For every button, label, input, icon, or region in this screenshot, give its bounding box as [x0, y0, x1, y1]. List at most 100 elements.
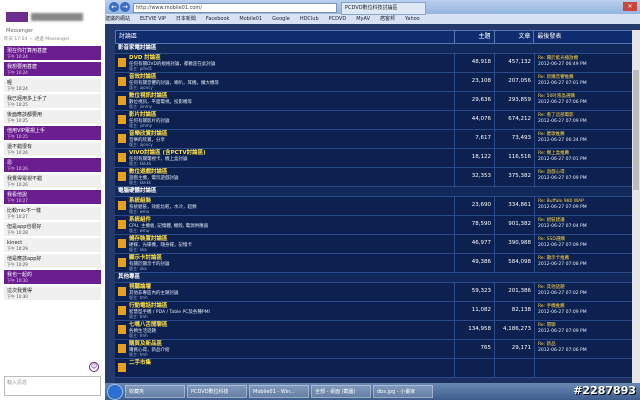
close-icon[interactable]: ✕ [623, 2, 637, 11]
forum-moderator[interactable]: 版主: jimmy [129, 105, 452, 109]
forum-moderator[interactable]: 版主: wmu [129, 210, 452, 214]
section-title[interactable]: 其他專區 [115, 273, 635, 283]
back-button[interactable]: ← [109, 2, 119, 12]
bookmark-link[interactable]: 日本新聞 [176, 16, 196, 22]
forum-moderator[interactable]: 版主: kkkkk [129, 162, 452, 166]
forum-moderator[interactable]: 版主: pdvd1 [129, 67, 452, 71]
forum-link[interactable]: 數位視訊討論區 [129, 93, 452, 100]
message-bubble[interactable]: 還不錯很有 下午 10:26 [4, 142, 101, 156]
taskbar-item[interactable]: 全部 - 桌面 (截圖) [311, 385, 371, 398]
message-bubble[interactable]: 我也一起的 下午 10:30 [4, 270, 101, 284]
forum-moderator[interactable]: 版主: oka [129, 267, 452, 271]
taskbar-item[interactable]: PCDVD數位科技 [187, 385, 247, 398]
browser-window: ← → http://www.mobile01.com/ PCDVD數位科技討論… [105, 0, 640, 383]
forum-moderator[interactable]: 版主: tmh [129, 334, 452, 338]
taskbar-item[interactable]: dbs.jpg - 小畫家 [373, 385, 433, 398]
forum-link[interactable]: DVD 討論區 [129, 55, 452, 62]
forward-button[interactable]: → [120, 2, 130, 12]
bookmark-link[interactable]: Facebook [206, 16, 230, 22]
folder-icon [118, 258, 126, 267]
message-bubble[interactable]: 後面應該都要用 下午 10:25 [4, 110, 101, 124]
forum-link[interactable]: 音效討論區 [129, 74, 452, 81]
taskbar-item[interactable]: Mobile01 - Win... [249, 385, 309, 398]
forum-cell: 數位遊戲討論區 遊戲主機，電玩遊戲討論 版主: kkkkk [115, 168, 455, 186]
message-time: 下午 10:28 [7, 230, 28, 235]
bookmark-link[interactable]: ELTVIE VIP [140, 16, 166, 22]
forum-link[interactable]: 購買及新品區 [129, 341, 452, 348]
message-time: 下午 10:24 [7, 70, 28, 75]
bookmark-link[interactable]: 建議的網站 [105, 16, 130, 22]
forum-moderator[interactable]: 版主: tmh [129, 315, 452, 319]
forum-table-body: 影音家電討論區 DVD 討論區 任何有關DVD的規格討論，都歡迎在此討論 版主: pd… [115, 44, 635, 378]
forum-link[interactable]: 儲存裝置討論區 [129, 236, 452, 243]
emoji-icon[interactable]: ☺ [89, 362, 99, 372]
message-bubble[interactable]: 我已經用多上手了 下午 10:25 [4, 94, 101, 108]
bookmark-link[interactable]: Yahoo [405, 16, 420, 22]
last-post-cell: Re: 組裝建議 2012-06-27 07:04 PM [535, 216, 635, 234]
message-bubble[interactable]: 現在你打算用甚麼 下午 10:24 [4, 46, 101, 60]
forum-link[interactable]: 數位遊戲討論區 [129, 169, 452, 176]
forum-link[interactable]: 行動電話討論區 [129, 303, 452, 310]
message-bubble[interactable]: 他是應該app好 下午 10:29 [4, 254, 101, 268]
start-button-icon[interactable] [107, 384, 123, 400]
forum-moderator[interactable]: 版主: wmu [129, 229, 452, 233]
bookmark-link[interactable]: Mobile01 [239, 16, 262, 22]
forum-link[interactable]: 影片討論區 [129, 112, 452, 119]
forum-moderator[interactable]: 版主: ajoncy [129, 86, 452, 90]
forum-link[interactable]: 七嘴八舌閒聊區 [129, 322, 452, 329]
page-scrollbar[interactable] [632, 30, 640, 383]
forum-moderator[interactable]: 版主: oka [129, 248, 452, 252]
table-row: 數位遊戲討論區 遊戲主機，電玩遊戲討論 版主: kkkkk 32,353 375,382… [115, 168, 635, 187]
message-bubble[interactable]: 我想要用甚麼 下午 10:24 [4, 62, 101, 76]
forum-link[interactable]: 顯示卡討論區 [129, 255, 452, 262]
topic-count: 23,108 [455, 73, 495, 91]
forum-moderator[interactable]: 版主: tmh [129, 296, 452, 300]
forum-link[interactable]: 音樂欣賞討論區 [129, 131, 452, 138]
forum-link[interactable]: 視聽論壇 [129, 284, 452, 291]
watermark: #2287893 [573, 384, 636, 397]
bookmark-link[interactable]: PCDVD [329, 16, 347, 22]
message-bubble[interactable]: 他用VIP電視上手 下午 10:25 [4, 126, 101, 140]
forum-moderator[interactable]: 版主: jimmy [129, 124, 452, 128]
message-bubble[interactable]: 喔下午 10:24 [4, 78, 101, 92]
section-title[interactable]: 影音家電討論區 [115, 44, 635, 54]
scrollbar-thumb[interactable] [633, 70, 639, 190]
bookmark-link[interactable]: Google [272, 16, 290, 22]
contact-name[interactable] [31, 12, 83, 21]
message-bubble[interactable]: kinect 下午 10:29 [4, 238, 101, 252]
message-bubble[interactable]: 我看他說 下午 10:27 [4, 190, 101, 204]
message-bubble[interactable]: 這次我覺得 下午 10:30 [4, 286, 101, 300]
bookmark-link[interactable]: 痞客邦 [380, 16, 395, 22]
message-bubble[interactable]: 恩下午 10:26 [4, 158, 101, 172]
message-list: 現在你打算用甚麼 下午 10:24 我想要用甚麼 下午 10:24 喔下午 10:24 我… [0, 46, 105, 300]
forum-link[interactable]: 系統組裝 [129, 198, 452, 205]
header-posts: 文章 [495, 31, 535, 43]
forum-link[interactable]: 二手市集 [129, 360, 452, 367]
section-title[interactable]: 電腦硬體討論區 [115, 187, 635, 197]
forum-cell: DVD 討論區 任何有關DVD的規格討論，都歡迎在此討論 版主: pdvd1 [115, 54, 455, 72]
post-count: 584,098 [495, 254, 535, 272]
topic-count: 32,353 [455, 168, 495, 186]
last-post-cell: Re: 50吋液晶選購 2012-06-27 07:06 PM [535, 92, 635, 110]
message-bubble[interactable]: 我覺得電視不錯 下午 10:26 [4, 174, 101, 188]
forum-moderator[interactable]: 版主: tmh [129, 353, 452, 357]
message-bubble[interactable]: 比較mic不一樣 下午 10:27 [4, 206, 101, 220]
message-time: 下午 10:26 [7, 182, 28, 187]
message-bubble[interactable]: 但是app也很好 下午 10:28 [4, 222, 101, 236]
forum-cell: 視聽論壇 其他非專區內的主題討論 版主: tmh [115, 283, 455, 301]
contact-avatar[interactable] [6, 11, 28, 22]
bookmark-link[interactable]: HDClub [300, 16, 319, 22]
message-input[interactable]: 輸入訊息 [4, 376, 101, 396]
post-count: 334,861 [495, 197, 535, 215]
forum-moderator[interactable]: 版主: kkkkk [129, 181, 452, 185]
bookmark-link[interactable]: MyAV [356, 16, 370, 22]
taskbar-item[interactable]: 收藏夾 [125, 385, 185, 398]
address-bar[interactable]: http://www.mobile01.com/ [133, 3, 337, 13]
forum-moderator[interactable]: 版主: ajoncy [129, 143, 452, 147]
table-row: 影片討論區 任何有關影片的討論 版主: jimmy 44,076 674,212 Re: … [115, 111, 635, 130]
forum-link[interactable]: VIVO討論區 (含PCTV討論區) [129, 150, 452, 157]
message-time: 下午 10:24 [7, 54, 28, 59]
browser-tab[interactable]: PCDVD數位科技討論區 [341, 2, 426, 15]
forum-link[interactable]: 系統組件 [129, 217, 452, 224]
message-time: 下午 10:30 [7, 294, 28, 299]
